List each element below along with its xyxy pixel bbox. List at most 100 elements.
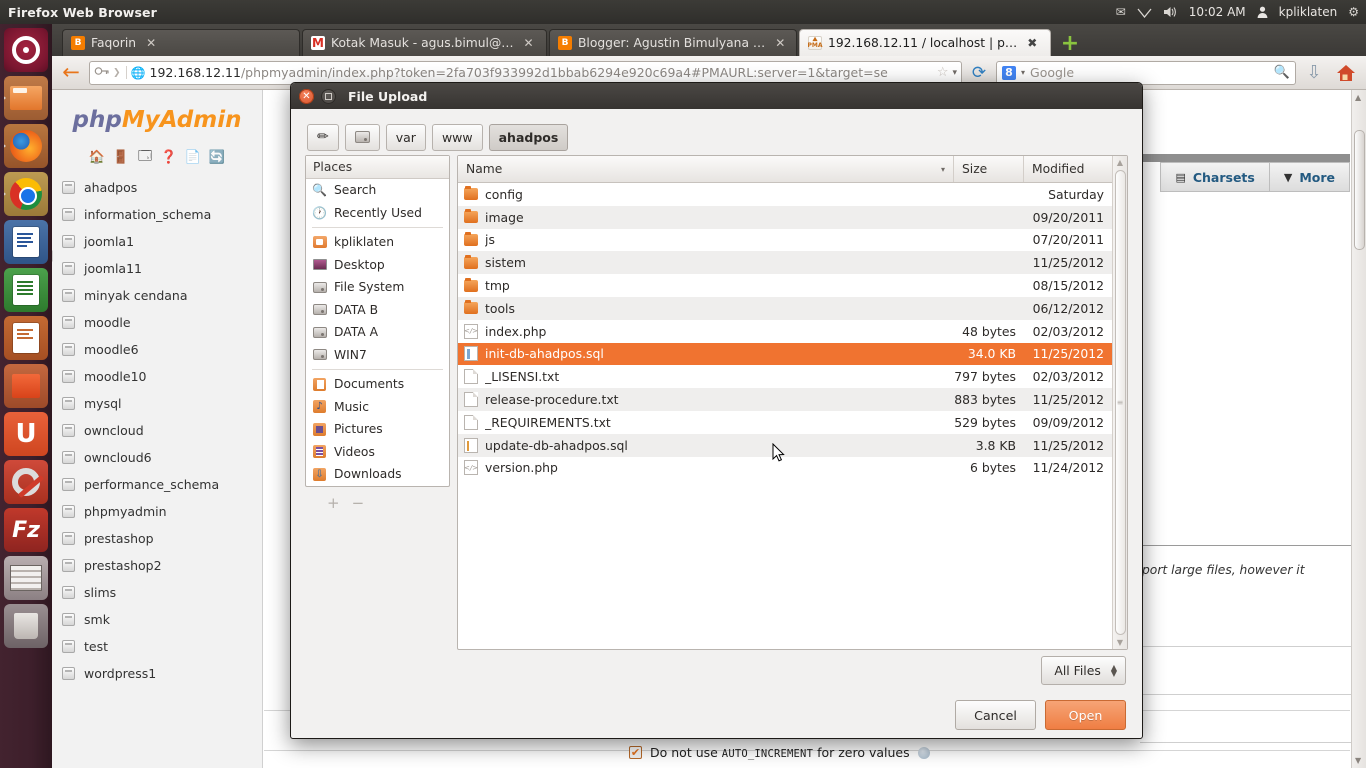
file-type-filter-combobox[interactable]: All Files ▲ ▼ — [1041, 656, 1126, 685]
help-icon[interactable] — [917, 746, 930, 759]
clock[interactable]: 10:02 AM — [1189, 5, 1246, 19]
file-row-sistem[interactable]: sistem 11/25/2012 — [458, 251, 1112, 275]
place-item-win7[interactable]: WIN7 — [306, 344, 449, 367]
launcher-item-firefox[interactable] — [4, 124, 48, 168]
downloads-button[interactable]: ⇩ — [1301, 62, 1327, 83]
url-bar[interactable]: ❯ 🌐 192.168.12.11/phpmyadmin/index.php?t… — [89, 60, 962, 85]
launcher-item-trash[interactable] — [4, 604, 48, 648]
launcher-item-ubuntu-dash[interactable] — [4, 28, 48, 72]
database-item[interactable]: phpmyadmin — [58, 498, 262, 525]
file-row-version-php[interactable]: </> version.php 6 bytes 11/24/2012 — [458, 457, 1112, 480]
file-list-scrollbar[interactable]: ▲ ≡ ▼ — [1112, 156, 1127, 649]
breadcrumb-www[interactable]: www — [431, 123, 483, 151]
database-item[interactable]: joomla1 — [58, 228, 262, 255]
sql-window-icon[interactable]: 🗔 — [137, 149, 154, 166]
launcher-item-software-center[interactable] — [4, 364, 48, 408]
scroll-up-icon[interactable]: ▲ — [1117, 158, 1123, 167]
file-row-release-procedure-txt[interactable]: release-procedure.txt 883 bytes 11/25/2012 — [458, 388, 1112, 411]
database-item[interactable]: owncloud6 — [58, 444, 262, 471]
breadcrumb-filesystem-button[interactable] — [344, 123, 380, 151]
chevron-down-icon[interactable]: ▾ — [952, 68, 957, 78]
place-item-music[interactable]: ♪ Music — [306, 396, 449, 419]
tab-close-icon[interactable]: ✖ — [1027, 36, 1037, 50]
scroll-up-icon[interactable]: ▲ — [1355, 93, 1361, 102]
tab-close-icon[interactable]: ✕ — [775, 36, 785, 50]
place-item-data-a[interactable]: DATA A — [306, 321, 449, 344]
search-input[interactable]: Google — [1030, 65, 1269, 80]
add-bookmark-button[interactable]: + — [327, 494, 340, 512]
place-item-videos[interactable]: Videos — [306, 441, 449, 464]
file-row-tools[interactable]: tools 06/12/2012 — [458, 296, 1112, 320]
tab-faqorin[interactable]: B Faqorin ✕ — [62, 29, 300, 56]
help-icon[interactable]: ❓ — [161, 149, 178, 166]
place-item-data-b[interactable]: DATA B — [306, 299, 449, 322]
file-row-lisensi-txt[interactable]: _LISENSI.txt 797 bytes 02/03/2012 — [458, 365, 1112, 388]
launcher-item-libreoffice-calc[interactable] — [4, 268, 48, 312]
database-item[interactable]: wordpress1 — [58, 660, 262, 687]
reload-button[interactable]: ⟳ — [967, 63, 991, 83]
checkbox-checked-icon[interactable]: ✔ — [629, 746, 642, 759]
place-item-search[interactable]: 🔍 Search — [306, 179, 449, 202]
spinner-arrows-icon[interactable]: ▲ ▼ — [1111, 663, 1117, 677]
file-row-requirements-txt[interactable]: _REQUIREMENTS.txt 529 bytes 09/09/2012 — [458, 411, 1112, 434]
maximize-icon[interactable] — [321, 88, 336, 104]
database-item[interactable]: information_schema — [58, 201, 262, 228]
column-header-name[interactable]: Name ▾ — [458, 156, 954, 182]
logout-icon[interactable]: 🚪 — [113, 149, 130, 166]
cancel-button[interactable]: Cancel — [955, 700, 1036, 730]
file-row-image[interactable]: image 09/20/2011 — [458, 205, 1112, 229]
place-item-pictures[interactable]: Pictures — [306, 418, 449, 441]
column-header-size[interactable]: Size — [954, 156, 1024, 182]
tab-gmail[interactable]: M Kotak Masuk - agus.bimul@… ✕ — [302, 29, 547, 56]
tab-charsets[interactable]: ▤ Charsets — [1160, 162, 1269, 192]
google-icon[interactable]: 8 — [1002, 65, 1016, 80]
volume-icon[interactable] — [1163, 6, 1178, 18]
remove-bookmark-button[interactable]: − — [352, 494, 365, 512]
database-item[interactable]: moodle — [58, 309, 262, 336]
place-item-file-system[interactable]: File System — [306, 276, 449, 299]
launcher-item-filezilla[interactable]: Fz — [4, 508, 48, 552]
database-item[interactable]: owncloud — [58, 417, 262, 444]
network-icon[interactable] — [1137, 7, 1152, 18]
chevron-down-icon[interactable]: ▾ — [1021, 68, 1025, 77]
close-icon[interactable]: ✕ — [299, 88, 314, 104]
user-avatar-icon[interactable] — [1257, 6, 1268, 18]
database-item[interactable]: smk — [58, 606, 262, 633]
launcher-item-workspace-switcher[interactable] — [4, 556, 48, 600]
file-row-config[interactable]: config Saturday — [458, 183, 1112, 206]
place-item-desktop[interactable]: Desktop — [306, 254, 449, 277]
tab-more[interactable]: ▼ More — [1268, 162, 1350, 192]
tab-phpmyadmin[interactable]: ⛰ PMA 192.168.12.11 / localhost | p… ✖ — [799, 29, 1051, 56]
home-icon[interactable]: 🏠 — [89, 149, 106, 166]
file-row-index-php[interactable]: </> index.php 48 bytes 02/03/2012 — [458, 320, 1112, 343]
tab-close-icon[interactable]: ✕ — [146, 36, 156, 50]
open-button[interactable]: Open — [1045, 700, 1126, 730]
launcher-item-files[interactable] — [4, 76, 48, 120]
database-item[interactable]: performance_schema — [58, 471, 262, 498]
database-item[interactable]: joomla11 — [58, 255, 262, 282]
scrollbar-thumb[interactable] — [1354, 130, 1365, 250]
launcher-item-libreoffice-writer[interactable] — [4, 220, 48, 264]
reload-icon[interactable]: 🔄 — [209, 149, 226, 166]
database-item[interactable]: moodle6 — [58, 336, 262, 363]
location-entry-toggle-button[interactable]: ✏ — [307, 123, 339, 151]
phpmyadmin-logo[interactable]: phpMyAdmin — [52, 90, 262, 137]
place-item-recently-used[interactable]: 🕐 Recently Used — [306, 202, 449, 225]
file-row-update-db-ahadpos-sql[interactable]: update-db-ahadpos.sql 3.8 KB 11/25/2012 — [458, 433, 1112, 457]
back-button[interactable]: ← — [58, 61, 84, 85]
tab-blogger[interactable]: B Blogger: Agustin Bimulyana … ✕ — [549, 29, 797, 56]
scroll-down-icon[interactable]: ▼ — [1117, 638, 1123, 647]
sidebar-collapse-handle[interactable] — [52, 250, 53, 262]
database-item[interactable]: prestashop2 — [58, 552, 262, 579]
auto-increment-checkbox-row[interactable]: ✔ Do not use AUTO_INCREMENT for zero val… — [629, 745, 930, 760]
search-icon[interactable]: 🔍 — [1274, 65, 1290, 80]
mail-icon[interactable]: ✉ — [1116, 5, 1126, 19]
file-row-js[interactable]: js 07/20/2011 — [458, 229, 1112, 252]
home-button[interactable] — [1332, 64, 1360, 82]
launcher-item-ubuntu-one[interactable]: U — [4, 412, 48, 456]
place-item-downloads[interactable]: ⇩ Downloads — [306, 463, 449, 486]
database-item[interactable]: slims — [58, 579, 262, 606]
docs-icon[interactable]: 📄 — [185, 149, 202, 166]
column-header-modified[interactable]: Modified — [1024, 156, 1112, 182]
database-item[interactable]: ahadpos — [58, 174, 262, 201]
